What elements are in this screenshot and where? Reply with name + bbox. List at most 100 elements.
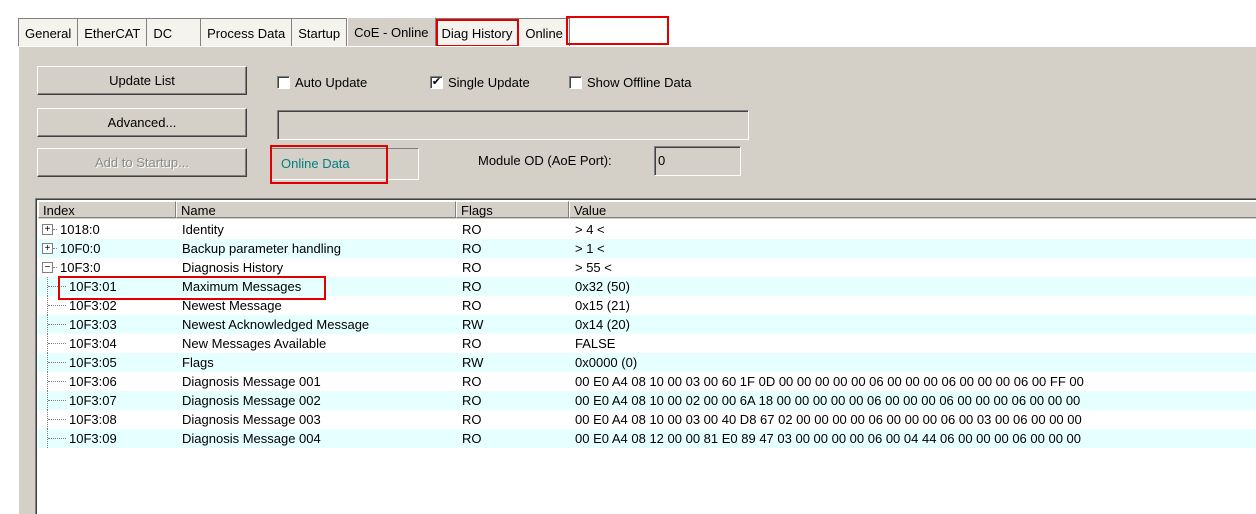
tab-ethercat[interactable]: EtherCAT xyxy=(78,19,148,47)
tab-coe-online[interactable]: CoE - Online xyxy=(347,17,436,47)
tab-diag-history[interactable]: Diag History xyxy=(435,19,520,47)
cell-name: Diagnosis Message 002 xyxy=(182,393,321,408)
table-row[interactable]: 10F3:08 Diagnosis Message 003 RO 00 E0 A4 0… xyxy=(38,410,1256,429)
cell-index: 10F3:09 xyxy=(38,429,176,448)
table-row[interactable]: 10F3:07 Diagnosis Message 002 RO 00 E0 A4 0… xyxy=(38,391,1256,410)
table-row[interactable]: 10F3:03 Newest Acknowledged Message RW 0x14… xyxy=(38,315,1256,334)
cell-index: 10F3:01 xyxy=(38,277,176,296)
tree-connector xyxy=(53,248,57,249)
show-offline-data-checkbox[interactable]: Show Offline Data xyxy=(569,75,692,90)
checkbox-box[interactable] xyxy=(277,76,290,89)
tree-connector xyxy=(48,381,66,382)
cell-flags: RO xyxy=(462,374,482,389)
table-row[interactable]: +1018:0 Identity RO > 4 < xyxy=(38,220,1256,239)
cell-flags: RW xyxy=(462,317,484,332)
cell-value: 0x0000 (0) xyxy=(575,355,638,370)
cell-name: Newest Message xyxy=(182,298,282,313)
column-header-value[interactable]: Value xyxy=(569,201,1256,218)
table-row[interactable]: −10F3:0 Diagnosis History RO > 55 < xyxy=(38,258,1256,277)
cell-name: Newest Acknowledged Message xyxy=(182,317,370,332)
table-row[interactable]: +10F0:0 Backup parameter handling RO > 1 < xyxy=(38,239,1256,258)
tab-dc[interactable]: DC xyxy=(147,19,202,47)
table-row[interactable]: 10F3:04 New Messages Available RO FALSE xyxy=(38,334,1256,353)
cell-index: 10F3:05 xyxy=(38,353,176,372)
index-text: 1018:0 xyxy=(60,222,100,237)
tab-bar: General EtherCAT DC Process Data Startup CoE … xyxy=(18,17,570,47)
cell-flags: RO xyxy=(462,412,482,427)
expand-icon[interactable]: + xyxy=(42,243,53,254)
cell-index: 10F3:08 xyxy=(38,410,176,429)
tree-connector xyxy=(48,438,66,439)
cell-value: 00 E0 A4 08 10 00 02 00 00 6A 18 00 00 0… xyxy=(575,393,1081,408)
tree-connector xyxy=(48,362,66,363)
update-list-button[interactable]: Update List xyxy=(37,66,247,95)
object-table: Index Name Flags Value +1018:0 Identity RO… xyxy=(35,198,1256,514)
cell-flags: RO xyxy=(462,241,482,256)
cell-name: Diagnosis Message 003 xyxy=(182,412,321,427)
table-row[interactable]: 10F3:09 Diagnosis Message 004 RO 00 E0 A4 0… xyxy=(38,429,1256,448)
column-header-flags[interactable]: Flags xyxy=(456,201,569,218)
collapse-icon[interactable]: − xyxy=(42,262,53,273)
cell-name: Diagnosis Message 001 xyxy=(182,374,321,389)
cell-index: 10F3:02 xyxy=(38,296,176,315)
index-text: 10F3:01 xyxy=(69,279,117,294)
module-od-label: Module OD (AoE Port): xyxy=(478,153,612,168)
table-row[interactable]: 10F3:01 Maximum Messages RO 0x32 (50) xyxy=(38,277,1256,296)
index-text: 10F3:03 xyxy=(69,317,117,332)
tab-general[interactable]: General xyxy=(19,19,79,47)
index-text: 10F3:07 xyxy=(69,393,117,408)
single-update-checkbox[interactable]: ✔ Single Update xyxy=(430,75,530,90)
cell-index: 10F3:03 xyxy=(38,315,176,334)
index-text: 10F3:05 xyxy=(69,355,117,370)
tree-connector xyxy=(48,419,66,420)
cell-flags: RO xyxy=(462,222,482,237)
table-row[interactable]: 10F3:02 Newest Message RO 0x15 (21) xyxy=(38,296,1256,315)
cell-index: −10F3:0 xyxy=(38,258,176,277)
tab-startup[interactable]: Startup xyxy=(292,19,348,47)
online-data-status: Online Data xyxy=(281,156,350,171)
expand-icon[interactable]: + xyxy=(42,224,53,235)
index-text: 10F3:04 xyxy=(69,336,117,351)
index-text: 10F3:08 xyxy=(69,412,117,427)
advanced-button[interactable]: Advanced... xyxy=(37,108,247,137)
cell-value: 0x32 (50) xyxy=(575,279,630,294)
table-row[interactable]: 10F3:05 Flags RW 0x0000 (0) xyxy=(38,353,1256,372)
cell-name: Diagnosis History xyxy=(182,260,284,275)
table-body: +1018:0 Identity RO > 4 < +10F0:0 Backup para… xyxy=(38,220,1256,448)
cell-value: 00 E0 A4 08 12 00 00 81 E0 89 47 03 00 0… xyxy=(575,431,1082,446)
cell-flags: RW xyxy=(462,355,484,370)
table-header: Index Name Flags Value xyxy=(38,201,1256,219)
index-text: 10F3:09 xyxy=(69,431,117,446)
cell-flags: RO xyxy=(462,431,482,446)
auto-update-checkbox[interactable]: Auto Update xyxy=(277,75,367,90)
cell-value: 00 E0 A4 08 10 00 03 00 40 D8 67 02 00 0… xyxy=(575,412,1082,427)
cell-flags: RO xyxy=(462,279,482,294)
cell-value: > 55 < xyxy=(575,260,612,275)
checkbox-box[interactable] xyxy=(569,76,582,89)
tab-process-data[interactable]: Process Data xyxy=(201,19,293,47)
cell-index: 10F3:06 xyxy=(38,372,176,391)
cell-flags: RO xyxy=(462,336,482,351)
tree-connector xyxy=(48,343,66,344)
module-od-field[interactable]: 0 xyxy=(654,146,741,176)
show-offline-data-label: Show Offline Data xyxy=(587,75,692,90)
cell-name: Maximum Messages xyxy=(182,279,302,294)
cell-name: Diagnosis Message 004 xyxy=(182,431,321,446)
cell-value: 0x14 (20) xyxy=(575,317,630,332)
tree-connector xyxy=(48,400,66,401)
checkbox-box[interactable]: ✔ xyxy=(430,76,443,89)
cell-value: FALSE xyxy=(575,336,616,351)
table-row[interactable]: 10F3:06 Diagnosis Message 001 RO 00 E0 A4 0… xyxy=(38,372,1256,391)
tree-connector xyxy=(53,229,57,230)
cell-flags: RO xyxy=(462,298,482,313)
column-header-index[interactable]: Index xyxy=(38,201,176,218)
cell-name: Backup parameter handling xyxy=(182,241,341,256)
add-to-startup-button[interactable]: Add to Startup... xyxy=(37,148,247,177)
cell-value: 0x15 (21) xyxy=(575,298,630,313)
cell-flags: RO xyxy=(462,393,482,408)
index-text: 10F0:0 xyxy=(60,241,101,256)
cell-value: 00 E0 A4 08 10 00 03 00 60 1F 0D 00 00 0… xyxy=(575,374,1084,389)
tab-online[interactable]: Online xyxy=(519,19,570,47)
cell-name: Identity xyxy=(182,222,224,237)
column-header-name[interactable]: Name xyxy=(176,201,456,218)
